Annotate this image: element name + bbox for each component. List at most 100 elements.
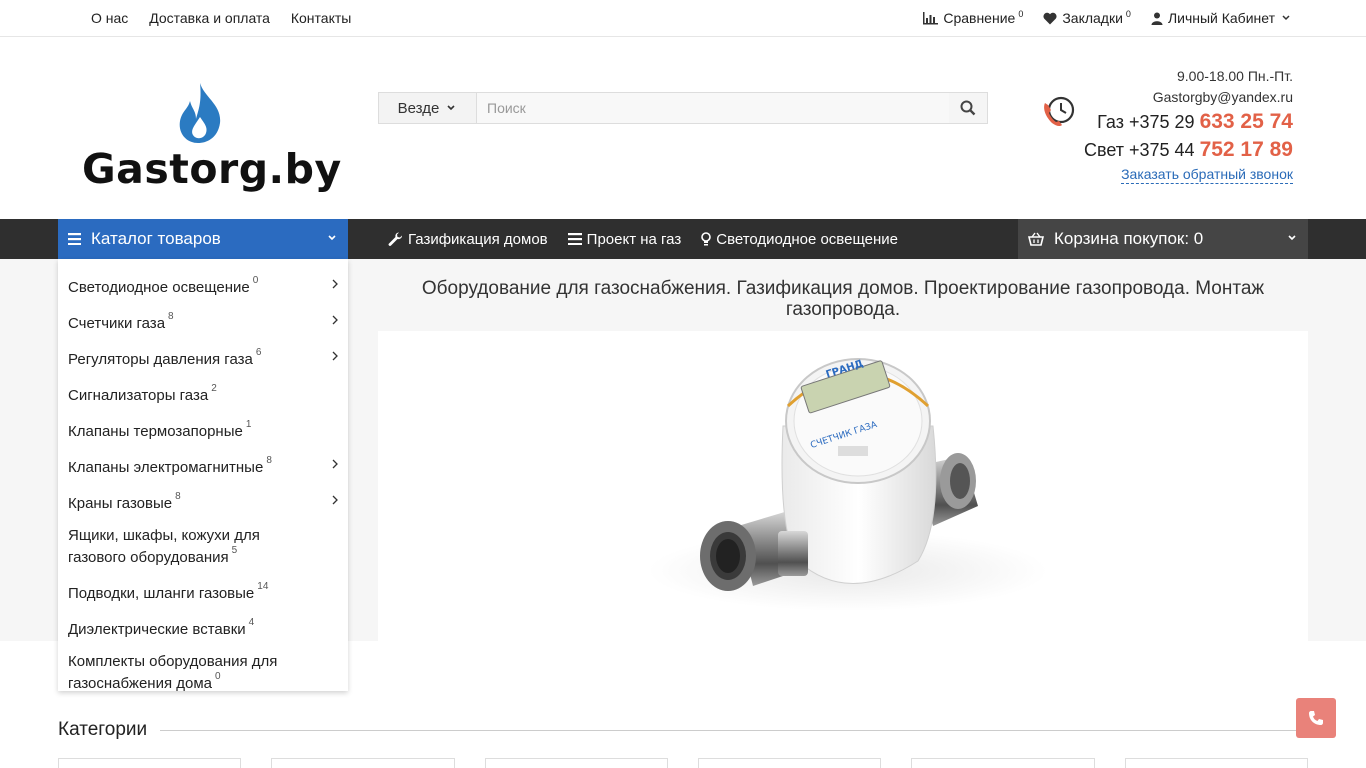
account-menu[interactable]: Личный Кабинет <box>1151 10 1293 26</box>
sidebar-item-label: Диэлектрические вставки <box>68 621 246 638</box>
gas-meter-image: СЧЕТЧИК ГАЗА ГРАНД <box>648 358 1048 611</box>
search-button[interactable] <box>949 93 987 123</box>
nav-gas-project-label: Проект на газ <box>586 230 682 248</box>
catalog-label: Каталог товаров <box>91 229 221 248</box>
callback-fab-button[interactable] <box>1296 698 1336 738</box>
sidebar-item-count: 8 <box>168 311 174 322</box>
list-icon <box>567 233 582 245</box>
sidebar-item-count: 8 <box>175 491 181 502</box>
logo-text: Gastorg.by <box>82 145 342 193</box>
phone-light[interactable]: Свет +375 44 752 17 89 <box>1084 136 1293 164</box>
sidebar-item-count: 8 <box>266 455 272 466</box>
menu-icon <box>68 233 81 245</box>
sidebar-item-count: 2 <box>211 383 217 394</box>
link-contacts[interactable]: Контакты <box>291 10 351 26</box>
main-navbar: Каталог товаров Газификация домов Проект… <box>0 219 1366 259</box>
phone-icon <box>1309 711 1323 725</box>
top-bar: О нас Доставка и оплата Контакты Сравнен… <box>0 0 1366 37</box>
sidebar-item-count: 4 <box>248 617 255 628</box>
callback-link[interactable]: Заказать обратный звонок <box>1121 166 1293 184</box>
account-label: Личный Кабинет <box>1167 10 1275 26</box>
sidebar-item-solenoid-valves[interactable]: Клапаны электромагнитные 8 <box>58 455 348 477</box>
chevron-right-icon <box>332 459 338 469</box>
sidebar-item-gas-alarms[interactable]: Сигнализаторы газа 2 <box>58 383 348 405</box>
category-card[interactable] <box>485 758 668 768</box>
phone-gas-number: 633 25 74 <box>1199 110 1293 133</box>
search-scope-dropdown[interactable]: Везде <box>379 93 477 123</box>
heart-icon <box>1043 12 1057 24</box>
sidebar-item-equipment-kits[interactable]: Комплекты оборудования для газоснабжения… <box>58 653 348 693</box>
categories-divider <box>160 730 1308 731</box>
phone-gas[interactable]: Газ +375 29 633 25 74 <box>1084 108 1293 136</box>
user-icon <box>1151 12 1163 25</box>
hero-banner[interactable]: СЧЕТЧИК ГАЗА ГРАНД <box>378 331 1308 641</box>
nav-led-lighting[interactable]: Светодиодное освещение <box>701 231 898 248</box>
sidebar-item-label: Комплекты оборудования для газоснабжения… <box>68 653 278 692</box>
wrench-icon <box>388 231 403 246</box>
phone-light-number: 752 17 89 <box>1199 138 1293 161</box>
nav-gas-project[interactable]: Проект на газ <box>567 230 682 248</box>
sidebar-item-count: 1 <box>245 419 252 430</box>
bookmarks-link[interactable]: Закладки 0 <box>1043 9 1131 26</box>
sidebar-item-count: 0 <box>215 671 221 682</box>
search-scope-label: Везде <box>397 99 440 117</box>
link-about[interactable]: О нас <box>91 10 128 26</box>
sidebar-item-label: Подводки, шланги газовые <box>68 585 255 602</box>
sidebar-item-cabinets[interactable]: Ящики, шкафы, кожухи для газового оборуд… <box>58 527 348 567</box>
sidebar-item-thermal-valves[interactable]: Клапаны термозапорные 1 <box>58 419 348 441</box>
category-card[interactable] <box>271 758 455 768</box>
sidebar-item-gas-taps[interactable]: Краны газовые 8 <box>58 491 348 513</box>
chevron-down-icon <box>1288 235 1296 241</box>
bookmarks-label: Закладки <box>1062 10 1123 26</box>
top-links: О нас Доставка и оплата Контакты <box>91 10 368 26</box>
category-card[interactable] <box>1125 758 1308 768</box>
search-input[interactable] <box>477 93 949 123</box>
search-bar: Везде <box>378 92 988 124</box>
sidebar-item-label: Светодиодное освещение <box>68 279 250 296</box>
hero-title: Оборудование для газоснабжения. Газифика… <box>421 278 1265 320</box>
sidebar-item-dielectric-inserts[interactable]: Диэлектрические вставки 4 <box>58 617 348 639</box>
nav-led-lighting-label: Светодиодное освещение <box>716 230 898 248</box>
compare-link[interactable]: Сравнение 0 <box>922 9 1023 26</box>
chevron-right-icon <box>332 495 338 505</box>
basket-icon <box>1028 232 1044 246</box>
bookmarks-count: 0 <box>1125 9 1131 19</box>
sidebar-item-count: 6 <box>255 347 262 358</box>
chevron-down-icon <box>447 105 455 111</box>
sidebar-item-led-lighting[interactable]: Светодиодное освещение 0 <box>58 275 348 297</box>
phone-gas-prefix: Газ +375 29 <box>1097 112 1195 132</box>
nav-gasification-label: Газификация домов <box>408 230 548 248</box>
category-card[interactable] <box>911 758 1095 768</box>
chevron-right-icon <box>332 279 338 289</box>
sidebar-item-count: 14 <box>257 581 269 592</box>
phone-clock-icon <box>1044 96 1075 127</box>
catalog-button[interactable]: Каталог товаров <box>58 219 348 259</box>
sidebar-item-gas-meters[interactable]: Счетчики газа 8 <box>58 311 348 333</box>
sidebar-item-label: Краны газовые <box>68 495 173 512</box>
nav-gasification[interactable]: Газификация домов <box>388 231 548 248</box>
chevron-right-icon <box>332 315 338 325</box>
compare-label: Сравнение <box>943 10 1016 26</box>
sidebar-item-gas-hoses[interactable]: Подводки, шланги газовые 14 <box>58 581 348 603</box>
link-delivery[interactable]: Доставка и оплата <box>149 10 270 26</box>
site-logo[interactable]: Gastorg.by <box>82 83 341 193</box>
sidebar-item-label: Клапаны электромагнитные <box>68 459 264 476</box>
category-card[interactable] <box>698 758 881 768</box>
sidebar-item-count: 5 <box>231 545 238 556</box>
cart-button[interactable]: Корзина покупок: 0 <box>1018 219 1308 259</box>
category-card[interactable] <box>58 758 241 768</box>
search-icon <box>960 100 976 116</box>
cart-label: Корзина покупок: 0 <box>1054 229 1204 248</box>
chevron-down-icon <box>1282 15 1290 21</box>
sidebar-item-label: Клапаны термозапорные <box>68 423 243 440</box>
sidebar-item-label: Сигнализаторы газа <box>68 387 209 404</box>
sidebar-item-pressure-regulators[interactable]: Регуляторы давления газа 6 <box>58 347 348 369</box>
sidebar-item-label: Регуляторы давления газа <box>68 351 253 368</box>
categories-heading: Категории <box>58 719 148 740</box>
chevron-down-icon <box>328 235 336 241</box>
email[interactable]: Gastorgby@yandex.ru <box>1084 87 1293 108</box>
flame-icon <box>179 83 221 143</box>
lightbulb-icon <box>701 231 712 245</box>
bar-chart-icon <box>923 11 939 24</box>
chevron-right-icon <box>332 351 338 361</box>
